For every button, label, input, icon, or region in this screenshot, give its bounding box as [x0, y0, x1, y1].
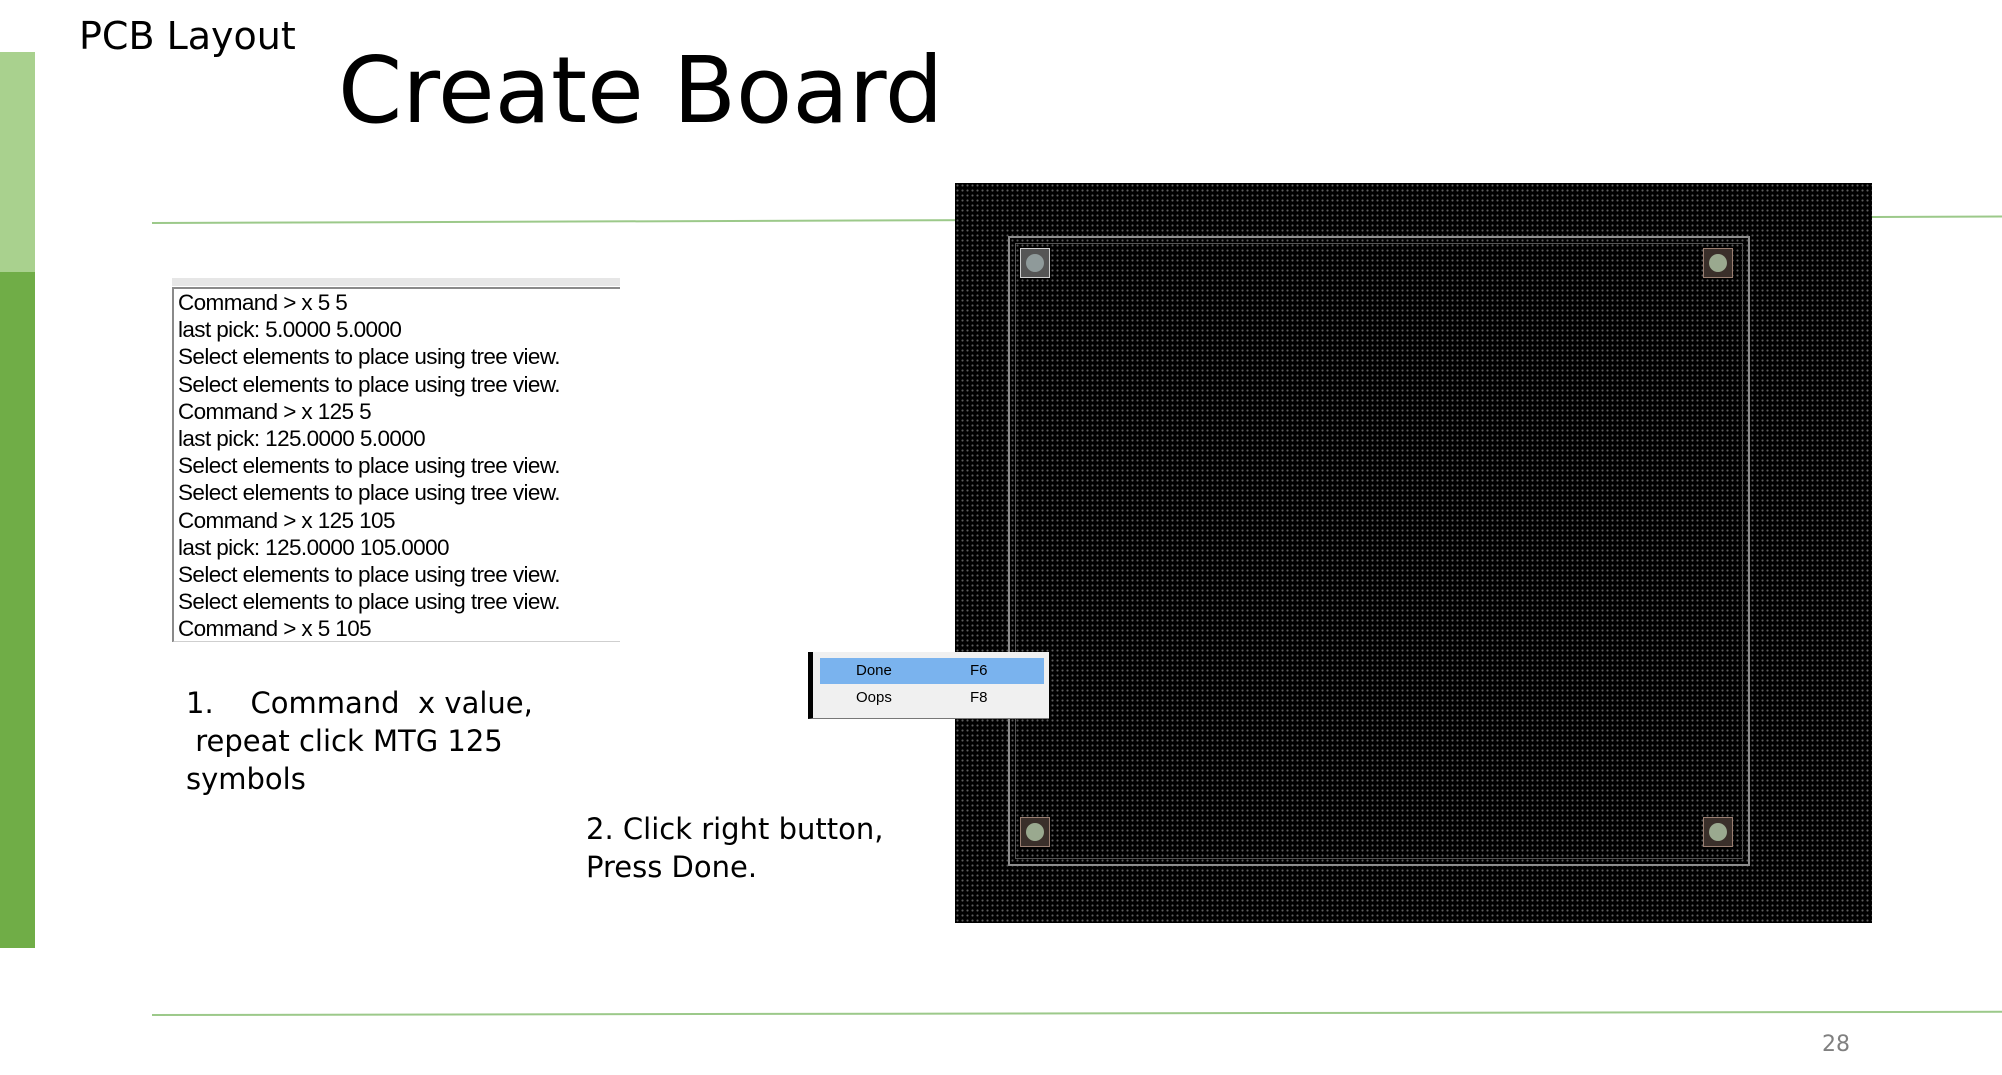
- step-1-instruction: 1. Command x value, repeat click MTG 125…: [186, 684, 533, 798]
- command-line: Command > x 5 105: [178, 616, 372, 642]
- command-line: Command > x 5 5: [178, 290, 348, 315]
- command-line: Select elements to place using tree view…: [178, 371, 560, 397]
- board-keepin: [1015, 243, 1743, 859]
- step-2-instruction: 2. Click right button, Press Done.: [586, 810, 883, 886]
- command-output[interactable]: Command > x 5 5 last pick: 5.0000 5.0000…: [172, 287, 620, 642]
- board-outline: [1008, 236, 1750, 866]
- command-line: Command > x 125 105: [178, 507, 395, 533]
- command-window-header: [172, 278, 620, 286]
- menu-item-shortcut: F8: [970, 689, 988, 706]
- menu-item-label: Oops: [856, 689, 892, 706]
- mounting-hole-bottom-left[interactable]: [1020, 817, 1050, 847]
- menu-item-shortcut: F6: [970, 662, 988, 679]
- command-line: Select elements to place using tree view…: [178, 453, 560, 479]
- step-1-line: symbols: [186, 762, 306, 796]
- context-menu: Done F6 Oops F8: [808, 652, 1049, 719]
- step-1-line: repeat click MTG 125: [186, 724, 503, 758]
- menu-item-done[interactable]: Done F6: [820, 658, 1044, 684]
- command-line: Command > x 125 5: [178, 398, 372, 424]
- page-title: Create Board: [338, 37, 944, 144]
- divider-bottom: [151, 1010, 2002, 1016]
- command-line: Select elements to place using tree view…: [178, 562, 560, 588]
- command-line: last pick: 125.0000 105.0000: [178, 534, 450, 560]
- command-line: Select elements to place using tree view…: [178, 480, 560, 506]
- mounting-hole-top-right[interactable]: [1703, 248, 1733, 278]
- pcb-canvas[interactable]: [955, 183, 1872, 923]
- mounting-hole-bottom-right[interactable]: [1703, 817, 1733, 847]
- menu-item-oops[interactable]: Oops F8: [820, 685, 1044, 711]
- mounting-hole-top-left[interactable]: [1020, 248, 1050, 278]
- command-line: last pick: 5.0000 5.0000: [178, 317, 402, 343]
- command-line: Select elements to place using tree view…: [178, 589, 560, 615]
- accent-bar-light: [0, 52, 35, 272]
- section-label: PCB Layout: [79, 14, 296, 58]
- step-2-line: 2. Click right button,: [586, 812, 884, 846]
- command-line: last pick: 125.0000 5.0000: [178, 426, 426, 452]
- command-line: Select elements to place using tree view…: [178, 344, 560, 370]
- step-2-line: Press Done.: [586, 850, 758, 884]
- page-number: 28: [1822, 1032, 1850, 1057]
- command-window: Command > x 5 5 last pick: 5.0000 5.0000…: [172, 278, 620, 642]
- accent-bar-dark: [0, 272, 35, 948]
- menu-item-label: Done: [856, 662, 892, 679]
- step-1-line: 1. Command x value,: [186, 686, 533, 720]
